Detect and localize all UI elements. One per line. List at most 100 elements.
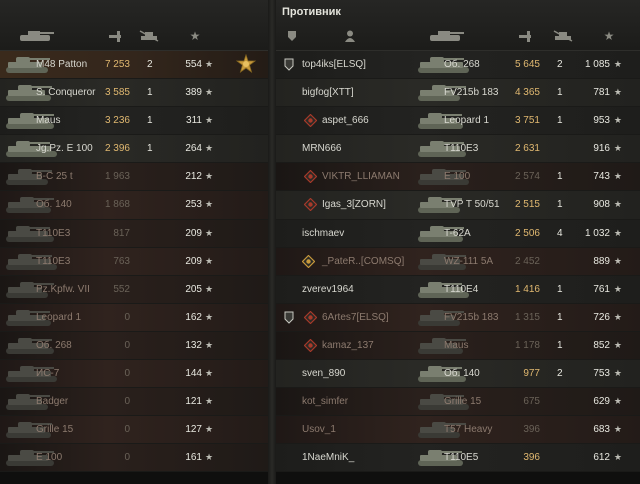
table-row[interactable]: ИС-7 0 144 ★: [0, 360, 268, 389]
table-row[interactable]: M48 Patton 7 253 2 554 ★: [0, 51, 268, 80]
clan-emblem-icon: [301, 254, 316, 269]
frags-column-icon[interactable]: [548, 26, 578, 46]
table-row[interactable]: _PateR..[COMSQ] WZ-111 5A 2 452 889 ★: [276, 247, 640, 276]
table-row[interactable]: Jg.Pz. E 100 2 396 1 264 ★: [0, 135, 268, 164]
frags-value: 1: [557, 339, 563, 351]
table-row[interactable]: top4iks[ELSQ] Об. 268 5 645 2 1 085 ★: [276, 51, 640, 80]
frags-value: 1: [147, 115, 153, 127]
vehicle-name: M48 Patton: [36, 59, 88, 70]
table-row[interactable]: 6Artes7[ELSQ] FV215b 183 1 315 1 726 ★: [276, 303, 640, 332]
vehicle-name: S. Conqueror: [36, 87, 96, 99]
clan-emblem-icon: [303, 113, 318, 128]
table-row[interactable]: Badger 0 121 ★: [0, 388, 268, 417]
table-row[interactable]: 1NaeMniK_ T110E5 396 612 ★: [276, 444, 640, 473]
star-icon: ★: [613, 199, 622, 210]
table-row[interactable]: Об. 140 1 868 253 ★: [0, 191, 268, 220]
frags-value: 1: [147, 87, 153, 99]
xp-value: 253: [185, 199, 202, 211]
table-row[interactable]: Usov_1 T57 Heavy 396 683 ★: [276, 416, 640, 445]
table-row[interactable]: aspet_666 Leopard 1 3 751 1 953 ★: [276, 107, 640, 136]
xp-column-icon[interactable]: ★: [594, 26, 624, 46]
player-name: VIKTR_LLIAMAN: [322, 171, 400, 183]
star-icon: ★: [613, 115, 622, 126]
star-icon: ★: [205, 424, 214, 435]
star-icon: ★: [205, 199, 214, 210]
table-row[interactable]: B-C 25 t 1 963 212 ★: [0, 163, 268, 192]
xp-value: 162: [185, 311, 202, 323]
xp-value: 144: [185, 368, 202, 380]
table-row[interactable]: ischmaev T-62A 2 506 4 1 032 ★: [276, 219, 640, 248]
table-row[interactable]: E 100 0 161 ★: [0, 444, 268, 473]
table-row[interactable]: VIKTR_LLIAMAN E 100 2 574 1 743 ★: [276, 163, 640, 192]
clan-emblem-icon: [303, 170, 318, 184]
table-row[interactable]: Об. 268 0 132 ★: [0, 331, 268, 361]
damage-column-icon[interactable]: [510, 26, 540, 46]
player-name: sven_890: [302, 368, 346, 380]
xp-column-icon[interactable]: ★: [180, 26, 210, 46]
star-icon: ★: [613, 368, 622, 379]
star-icon: ★: [205, 255, 214, 266]
star-icon: ★: [613, 87, 622, 98]
tank-column-icon[interactable]: [416, 26, 476, 46]
vehicle-name: Об. 268: [36, 339, 72, 351]
damage-value: 4 365: [514, 87, 540, 99]
xp-value: 161: [185, 452, 202, 464]
xp-value: 264: [185, 143, 202, 155]
damage-value: 396: [523, 424, 540, 436]
vehicle-name: Grille 15: [36, 424, 74, 436]
table-row[interactable]: Igas_3[ZORN] TVP T 50/51 2 515 1 908 ★: [276, 191, 640, 220]
player-name: 6Artes7[ELSQ]: [322, 311, 389, 323]
damage-value: 1 963: [104, 171, 130, 183]
tank-column-icon[interactable]: [6, 26, 66, 46]
vehicle-name: Об. 268: [444, 59, 480, 70]
table-row[interactable]: Grille 15 0 127 ★: [0, 416, 268, 445]
table-row[interactable]: MRN666 T110E3 2 631 916 ★: [276, 135, 640, 164]
table-row[interactable]: kot_simfer Grille 15 675 629 ★: [276, 388, 640, 417]
table-row[interactable]: Pz.Kpfw. VII 552 205 ★: [0, 275, 268, 304]
xp-value: 132: [185, 339, 202, 351]
medal-icon[interactable]: [235, 53, 257, 74]
damage-column-icon[interactable]: [100, 26, 130, 46]
table-row[interactable]: kamaz_137 Maus 1 178 1 852 ★: [276, 331, 640, 361]
xp-value: 612: [593, 452, 610, 464]
platoon-column-icon[interactable]: [282, 26, 302, 46]
enemies-panel: Противник ★ top4iks[ELSQ] Об. 268 5 645 2 1 …: [276, 0, 640, 484]
xp-value: 554: [185, 59, 202, 70]
table-row[interactable]: Maus 3 236 1 311 ★: [0, 107, 268, 136]
damage-value: 2 574: [514, 171, 540, 183]
vehicle-name: T-62A: [444, 227, 471, 239]
allies-list: M48 Patton 7 253 2 554 ★ S. Conqueror 3 585 1 38…: [0, 51, 268, 473]
damage-value: 2 506: [514, 227, 540, 239]
clan-emblem-icon: [303, 338, 318, 353]
table-row[interactable]: bigfog[XTT] FV215b 183 4 365 1 781 ★: [276, 79, 640, 108]
player-name: bigfog[XTT]: [302, 87, 354, 99]
table-row[interactable]: T110E3 763 209 ★: [0, 247, 268, 276]
player-name: top4iks[ELSQ]: [302, 59, 366, 70]
player-column-icon[interactable]: [340, 26, 360, 46]
damage-value: 1 315: [514, 311, 540, 323]
frags-value: 1: [557, 87, 563, 99]
xp-value: 852: [593, 339, 610, 351]
vehicle-name: T110E3: [36, 255, 71, 267]
table-row[interactable]: zverev1964 T110E4 1 416 1 761 ★: [276, 275, 640, 304]
vehicle-name: Leopard 1: [444, 115, 490, 127]
frags-value: 1: [557, 171, 563, 183]
vehicle-name: T110E3: [36, 227, 71, 239]
damage-value: 763: [113, 255, 130, 267]
star-icon: ★: [613, 424, 622, 435]
xp-value: 629: [593, 396, 610, 408]
star-icon: ★: [613, 339, 622, 350]
table-row[interactable]: sven_890 Об. 140 977 2 753 ★: [276, 360, 640, 389]
table-row[interactable]: T110E3 817 209 ★: [0, 219, 268, 248]
table-row[interactable]: Leopard 1 0 162 ★: [0, 303, 268, 332]
xp-value: 889: [593, 255, 610, 267]
xp-value: 761: [593, 283, 610, 295]
frags-column-icon[interactable]: [134, 26, 164, 46]
player-name: Igas_3[ZORN]: [322, 199, 386, 211]
damage-value: 3 585: [104, 87, 130, 99]
table-row[interactable]: S. Conqueror 3 585 1 389 ★: [0, 79, 268, 108]
vehicle-name: Об. 140: [36, 199, 72, 211]
player-name: 1NaeMniK_: [302, 452, 355, 464]
star-icon: ★: [205, 115, 214, 126]
xp-value: 311: [186, 115, 202, 127]
